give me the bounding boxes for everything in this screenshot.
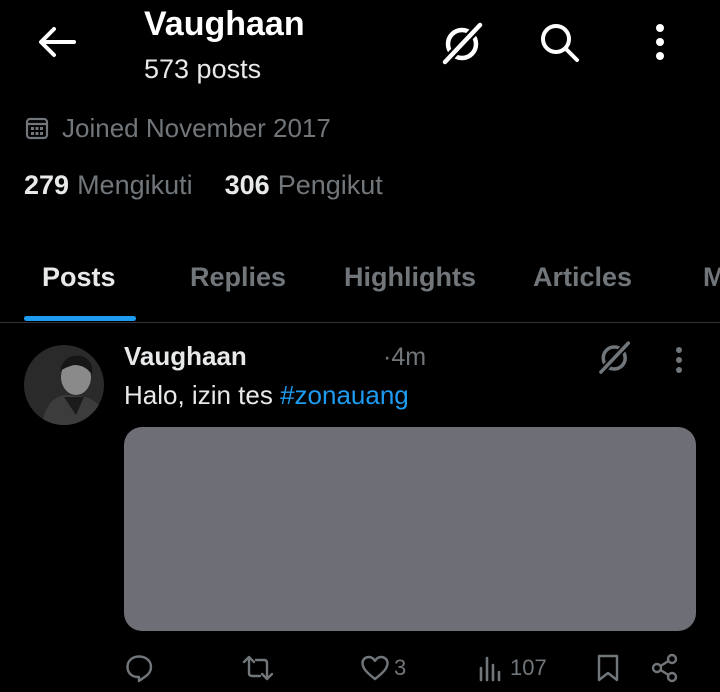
view-count: 107 xyxy=(510,655,547,680)
post-text: Halo, izin tes #zonauang xyxy=(124,380,409,411)
tabs-divider xyxy=(0,322,720,323)
tab-media[interactable]: M xyxy=(703,262,720,293)
search-button[interactable] xyxy=(533,18,585,66)
more-vertical-icon xyxy=(676,347,682,373)
hashtag-link[interactable]: #zonauang xyxy=(280,380,409,410)
follow-stats: 279 Mengikuti 306 Pengikut xyxy=(24,170,383,201)
reply-button[interactable] xyxy=(124,650,154,686)
bookmark-icon xyxy=(597,654,619,682)
views-button[interactable]: 107 xyxy=(476,650,547,686)
post-media[interactable] xyxy=(124,427,696,631)
profile-name-title: Vaughaan xyxy=(144,5,305,43)
repost-icon xyxy=(242,655,274,681)
more-vertical-icon xyxy=(656,24,664,60)
calendar-icon xyxy=(25,117,49,140)
followers-count: 306 xyxy=(224,170,270,200)
avatar-photo xyxy=(24,345,104,425)
joined-date: Joined November 2017 xyxy=(24,111,331,145)
followers-label: Pengikut xyxy=(277,170,383,200)
arrow-left-icon xyxy=(39,27,76,57)
followers-link[interactable]: 306 Pengikut xyxy=(225,170,383,201)
more-options-button[interactable] xyxy=(640,20,680,64)
heart-icon xyxy=(361,655,389,681)
repost-button[interactable] xyxy=(240,650,276,686)
grok-icon xyxy=(597,340,631,376)
active-tab-indicator xyxy=(24,316,136,321)
post-text-body: Halo, izin tes xyxy=(124,380,281,410)
following-count: 279 xyxy=(24,170,70,200)
post-author-name[interactable]: Vaughaan xyxy=(124,341,247,372)
search-icon xyxy=(541,24,579,62)
tab-highlights[interactable]: Highlights xyxy=(344,262,476,293)
like-count: 3 xyxy=(394,655,407,680)
bookmark-button[interactable] xyxy=(594,650,622,686)
post-grok-button[interactable] xyxy=(592,338,638,378)
post-count: 573 posts xyxy=(144,54,262,84)
reply-icon xyxy=(126,655,153,683)
tab-replies[interactable]: Replies xyxy=(190,262,286,293)
share-button[interactable] xyxy=(650,650,680,686)
grok-icon xyxy=(440,21,484,67)
share-icon xyxy=(651,653,678,683)
post-timestamp[interactable]: ·4m xyxy=(383,343,426,372)
following-label: Mengikuti xyxy=(77,170,193,200)
tab-posts[interactable]: Posts xyxy=(42,262,116,293)
grok-button[interactable] xyxy=(436,18,490,70)
avatar[interactable] xyxy=(24,345,104,425)
joined-text: Joined November 2017 xyxy=(62,112,331,143)
tab-articles[interactable]: Articles xyxy=(533,262,632,293)
back-button[interactable] xyxy=(30,20,82,64)
post-more-button[interactable] xyxy=(664,342,694,378)
following-link[interactable]: 279 Mengikuti xyxy=(24,170,193,201)
like-button[interactable]: 3 xyxy=(360,650,406,686)
views-icon xyxy=(479,656,501,682)
